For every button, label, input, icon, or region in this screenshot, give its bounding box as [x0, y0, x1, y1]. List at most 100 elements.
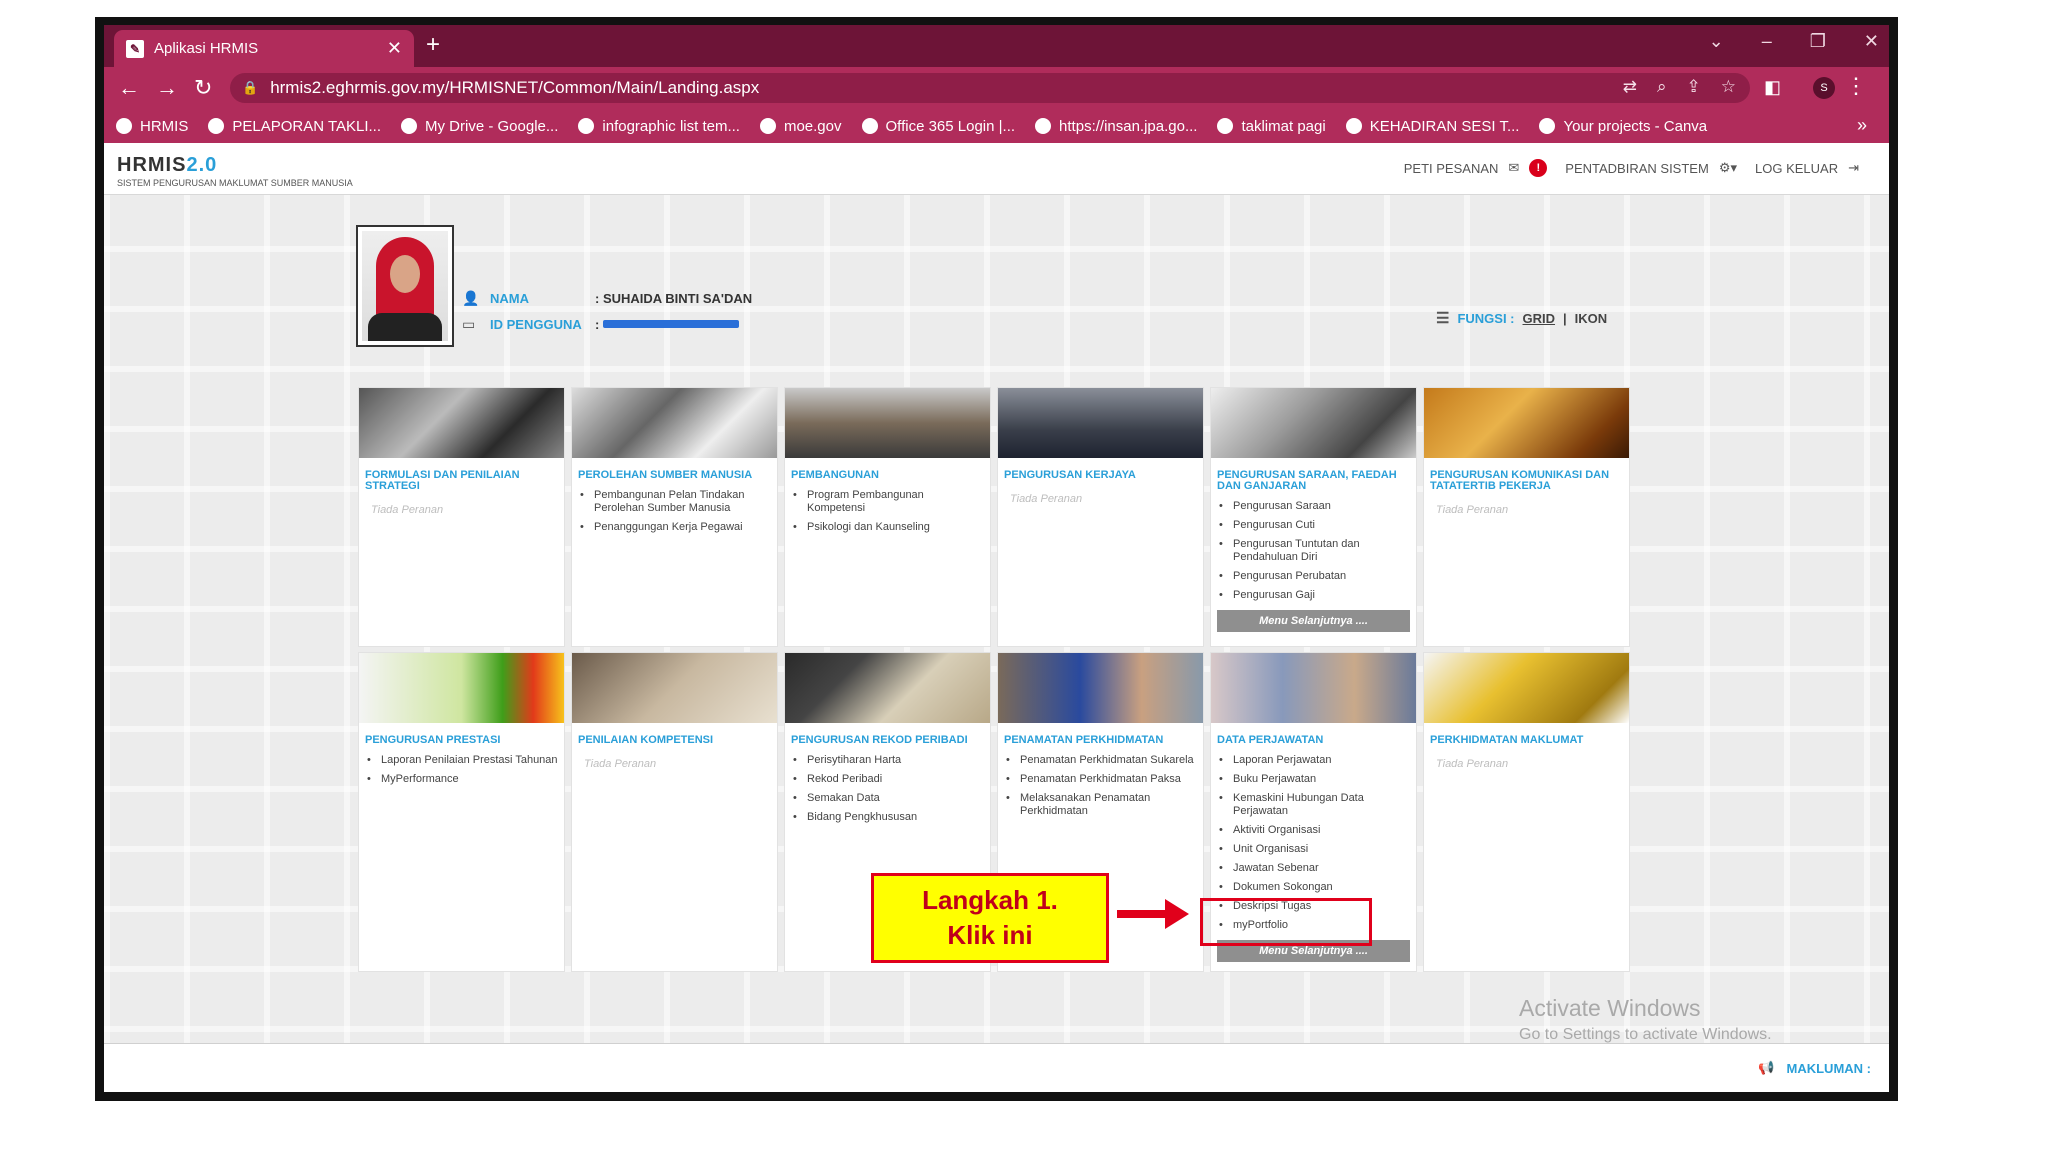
card-title[interactable]: PEMBANGUNAN [785, 458, 990, 487]
function-card[interactable]: FORMULASI DAN PENILAIAN STRATEGI Tiada Pe… [358, 387, 565, 647]
menu-item[interactable]: Perisytiharan Harta [793, 754, 984, 767]
card-image[interactable] [785, 653, 990, 723]
minimize-icon[interactable]: – [1762, 31, 1772, 52]
profile-avatar[interactable]: S [1813, 77, 1835, 99]
megaphone-icon: 📢 [1758, 1060, 1775, 1075]
card-title[interactable]: PENGURUSAN REKOD PERIBADI [785, 723, 990, 752]
bookmark-item[interactable]: My Drive - Google... [401, 118, 558, 135]
menu-item[interactable]: Penanggungan Kerja Pegawai [580, 521, 771, 534]
card-image[interactable] [572, 653, 777, 723]
menu-item[interactable]: Semakan Data [793, 792, 984, 805]
forward-icon[interactable]: → [156, 75, 178, 101]
menu-item[interactable]: Pengurusan Cuti [1219, 519, 1410, 532]
menu-item[interactable]: Penamatan Perkhidmatan Sukarela [1006, 754, 1197, 767]
card-image[interactable] [359, 388, 564, 458]
menu-item[interactable]: Pengurusan Gaji [1219, 589, 1410, 602]
card-title[interactable]: FORMULASI DAN PENILAIAN STRATEGI [359, 458, 564, 498]
function-card[interactable]: PEMBANGUNANProgram Pembangunan Kompetens… [784, 387, 991, 647]
side-panel-icon[interactable]: ◧ [1764, 77, 1781, 98]
back-icon[interactable]: ← [118, 75, 140, 101]
address-bar[interactable]: 🔒 hrmis2.eghrmis.gov.my/HRMISNET/Common/… [230, 73, 1750, 103]
bookmark-star-icon[interactable]: ☆ [1721, 77, 1736, 97]
function-card[interactable]: PENGURUSAN KERJAYA Tiada Peranan [997, 387, 1204, 647]
browser-tab[interactable]: ✎ Aplikasi HRMIS ✕ [114, 30, 414, 67]
function-card[interactable]: PENILAIAN KOMPETENSI Tiada Peranan [571, 652, 778, 972]
menu-item[interactable]: Bidang Pengkhususan [793, 811, 984, 824]
card-image[interactable] [1211, 653, 1416, 723]
more-menu-button[interactable]: Menu Selanjutnya .... [1217, 610, 1410, 632]
menu-item[interactable]: MyPerformance [367, 773, 558, 786]
close-tab-icon[interactable]: ✕ [387, 38, 402, 59]
bookmark-item[interactable]: moe.gov [759, 118, 842, 135]
menu-item[interactable]: Pengurusan Saraan [1219, 500, 1410, 513]
menu-item[interactable]: Pengurusan Perubatan [1219, 570, 1410, 583]
url-text[interactable]: hrmis2.eghrmis.gov.my/HRMISNET/Common/Ma… [270, 78, 759, 98]
logout-link[interactable]: LOG KELUAR ⇥ [1755, 160, 1859, 176]
hrmis-logo[interactable]: HRMIS2.0 SISTEM PENGURUSAN MAKLUMAT SUMB… [117, 154, 353, 188]
card-title[interactable]: PENGURUSAN KERJAYA [998, 458, 1203, 487]
announcement-link[interactable]: 📢 MAKLUMAN : [1758, 1060, 1871, 1076]
admin-link[interactable]: PENTADBIRAN SISTEM ⚙▾ [1565, 160, 1737, 176]
card-image[interactable] [785, 388, 990, 458]
function-card[interactable]: PENGURUSAN PRESTASI Laporan Penilaian Pre… [358, 652, 565, 972]
menu-item[interactable]: Laporan Penilaian Prestasi Tahunan [367, 754, 558, 767]
card-image[interactable] [1211, 388, 1416, 458]
bookmark-item[interactable]: KEHADIRAN SESI T... [1345, 118, 1519, 135]
translate-icon[interactable]: ⇄ [1623, 77, 1637, 97]
restore-icon[interactable]: ❐ [1810, 31, 1826, 52]
close-window-icon[interactable]: ✕ [1864, 31, 1879, 52]
grid-view-link[interactable]: GRID [1523, 311, 1556, 326]
bookmark-item[interactable]: Office 365 Login |... [861, 118, 1015, 135]
card-image[interactable] [1424, 388, 1629, 458]
bookmark-item[interactable]: Your projects - Canva [1539, 118, 1707, 135]
menu-item[interactable]: Melaksanakan Penamatan Perkhidmatan [1006, 792, 1197, 818]
menu-item[interactable]: Penamatan Perkhidmatan Paksa [1006, 773, 1197, 786]
menu-item[interactable]: Laporan Perjawatan [1219, 754, 1410, 767]
menu-item[interactable]: Unit Organisasi [1219, 843, 1410, 856]
card-title[interactable]: DATA PERJAWATAN [1211, 723, 1416, 752]
menu-item[interactable]: Dokumen Sokongan [1219, 881, 1410, 894]
card-title[interactable]: PENGURUSAN PRESTASI [359, 723, 564, 752]
function-card[interactable]: PENGURUSAN SARAAN, FAEDAH DAN GANJARAN Pe… [1210, 387, 1417, 647]
menu-item[interactable]: Rekod Peribadi [793, 773, 984, 786]
bookmarks-bar: HRMIS PELAPORAN TAKLI... My Drive - Goog… [104, 109, 1889, 143]
menu-item[interactable]: Buku Perjawatan [1219, 773, 1410, 786]
share-icon[interactable]: ⇪ [1687, 77, 1701, 97]
browser-menu-icon[interactable]: ⋮ [1845, 73, 1867, 99]
card-image[interactable] [572, 388, 777, 458]
lock-icon[interactable]: 🔒 [242, 80, 258, 96]
card-image[interactable] [359, 653, 564, 723]
card-title[interactable]: PERKHIDMATAN MAKLUMAT [1424, 723, 1629, 752]
function-card[interactable]: PENGURUSAN KOMUNIKASI DAN TATATERTIB PEK… [1423, 387, 1630, 647]
menu-item[interactable]: Aktiviti Organisasi [1219, 824, 1410, 837]
card-title[interactable]: PENGURUSAN SARAAN, FAEDAH DAN GANJARAN [1211, 458, 1416, 498]
function-card[interactable]: PERKHIDMATAN MAKLUMAT Tiada Peranan [1423, 652, 1630, 972]
menu-item[interactable]: Pembangunan Pelan Tindakan Perolehan Sum… [580, 489, 771, 515]
card-image[interactable] [1424, 653, 1629, 723]
card-image[interactable] [998, 653, 1203, 723]
bookmark-item[interactable]: infographic list tem... [578, 118, 740, 135]
menu-item[interactable]: Kemaskini Hubungan Data Perjawatan [1219, 792, 1410, 818]
menu-item[interactable]: Program Pembangunan Kompetensi [793, 489, 984, 515]
reload-icon[interactable]: ↻ [194, 75, 212, 101]
menu-item[interactable]: Jawatan Sebenar [1219, 862, 1410, 875]
card-title[interactable]: PEROLEHAN SUMBER MANUSIA [572, 458, 777, 487]
new-tab-icon[interactable]: + [426, 31, 440, 59]
icon-view-link[interactable]: IKON [1575, 311, 1608, 326]
bookmark-item[interactable]: PELAPORAN TAKLI... [208, 118, 381, 135]
card-image[interactable] [998, 388, 1203, 458]
function-card[interactable]: PEROLEHAN SUMBER MANUSIAPembangunan Pela… [571, 387, 778, 647]
menu-item[interactable]: Psikologi dan Kaunseling [793, 521, 984, 534]
card-title[interactable]: PENGURUSAN KOMUNIKASI DAN TATATERTIB PEK… [1424, 458, 1629, 498]
bookmarks-overflow-icon[interactable]: » [1857, 115, 1867, 136]
bookmark-item[interactable]: https://insan.jpa.go... [1035, 118, 1197, 135]
card-title[interactable]: PENAMATAN PERKHIDMATAN [998, 723, 1203, 752]
card-title[interactable]: PENILAIAN KOMPETENSI [572, 723, 777, 752]
bookmark-icon [208, 118, 225, 134]
menu-item[interactable]: Pengurusan Tuntutan dan Pendahuluan Diri [1219, 538, 1410, 564]
bookmark-item[interactable]: taklimat pagi [1217, 118, 1326, 135]
bookmark-item[interactable]: HRMIS [116, 118, 188, 135]
tab-search-icon[interactable]: ⌄ [1709, 31, 1724, 52]
zoom-icon[interactable]: ⌕ [1657, 77, 1667, 97]
messages-link[interactable]: PETI PESANAN ✉ ! [1404, 159, 1548, 177]
